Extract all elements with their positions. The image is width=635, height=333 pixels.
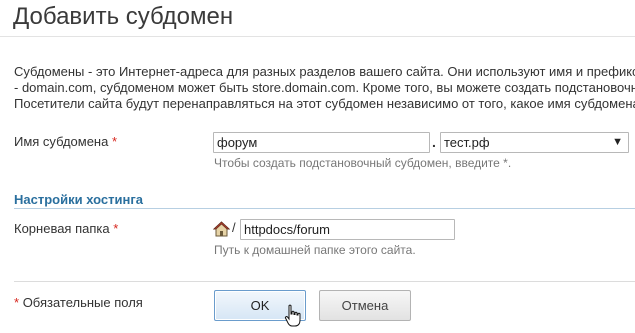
subdomain-hint: Чтобы создать подстановочный субдомен, в… <box>214 156 512 170</box>
required-mark: * <box>111 134 118 149</box>
description: Субдомены - это Интернет-адреса для разн… <box>14 64 635 112</box>
page-title: Добавить субдомен <box>13 3 234 30</box>
subdomain-input[interactable] <box>213 132 430 153</box>
section-title-hosting: Настройки хостинга <box>14 192 143 207</box>
root-folder-label-text: Корневая папка <box>14 221 110 236</box>
chevron-down-icon: ▼ <box>612 136 623 148</box>
required-mark: * <box>113 221 119 236</box>
path-separator: / <box>232 220 236 235</box>
description-line-1: Субдомены - это Интернет-адреса для разн… <box>14 64 635 79</box>
root-folder-input[interactable] <box>240 219 455 240</box>
domain-separator: . <box>432 134 436 150</box>
section-divider <box>14 208 635 209</box>
required-fields-text: Обязательные поля <box>22 295 143 310</box>
domain-select[interactable]: тест.рф ▼ <box>440 132 629 153</box>
hand-cursor-icon <box>284 304 301 327</box>
required-fields-note: * Обязательные поля <box>14 295 143 310</box>
footer-divider <box>14 281 635 282</box>
subdomain-label: Имя субдомена * <box>14 134 117 149</box>
root-folder-label: Корневая папка * <box>14 221 118 236</box>
title-divider <box>0 36 635 37</box>
cancel-button[interactable]: Отмена <box>319 290 411 321</box>
description-line-2: - domain.com, субдоменом может быть stor… <box>14 80 635 95</box>
required-mark: * <box>14 295 20 310</box>
domain-select-value: тест.рф <box>444 135 490 150</box>
root-folder-hint: Путь к домашней папке этого сайта. <box>214 243 416 257</box>
home-icon <box>213 221 230 237</box>
subdomain-label-text: Имя субдомена <box>14 134 109 149</box>
description-line-3: Посетители сайта будут перенаправляться … <box>14 96 635 111</box>
